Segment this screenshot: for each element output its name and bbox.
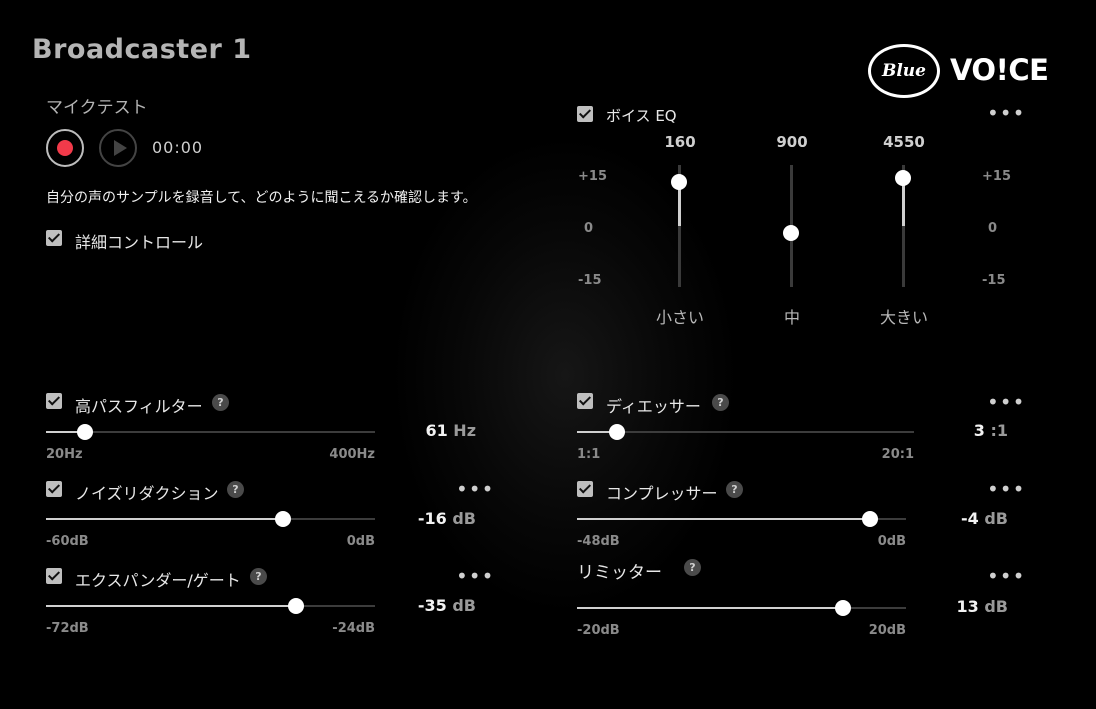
expander-gate-checkbox[interactable] [46, 568, 62, 584]
noise-reduction-checkbox[interactable] [46, 481, 62, 497]
advanced-controls-checkbox[interactable] [46, 230, 62, 246]
play-button[interactable] [99, 129, 137, 167]
noise-reduction-slider-knob[interactable] [274, 511, 291, 527]
de-esser-help-icon[interactable]: ? [712, 394, 729, 411]
eq-band-knob[interactable] [671, 174, 687, 190]
headset-background-art [395, 140, 735, 610]
de-esser-label: ディエッサー [606, 397, 701, 416]
compressor-slider-knob[interactable] [861, 511, 878, 527]
limiter-slider[interactable] [577, 600, 906, 616]
limiter-slider-fill [577, 607, 844, 609]
eq-scale-top-right: +15 [982, 169, 1011, 184]
mic-test-label: マイクテスト [46, 98, 148, 118]
high-pass-help-icon[interactable]: ? [212, 394, 229, 411]
page-title: Broadcaster 1 [32, 34, 252, 65]
limiter-label: リミッター [577, 563, 662, 583]
expander-gate-slider[interactable] [46, 598, 375, 614]
compressor-checkbox[interactable] [577, 481, 593, 497]
expander-gate-slider-knob[interactable] [288, 598, 305, 614]
expander-gate-label: エクスパンダー/ゲート [75, 571, 241, 590]
compressor-slider-fill [577, 518, 870, 520]
eq-band-freq: 4550 [883, 133, 925, 151]
eq-scale-mid-left: 0 [584, 221, 594, 236]
noise-reduction-more-icon[interactable]: ••• [456, 479, 494, 499]
high-pass-min: 20Hz [46, 447, 83, 462]
eq-band-slider[interactable] [895, 165, 911, 287]
eq-scale-bottom-left: -15 [578, 273, 602, 288]
compressor-max: 0dB [877, 534, 906, 549]
noise-reduction-slider-fill [46, 518, 283, 520]
eq-band-knob[interactable] [895, 170, 911, 187]
noise-reduction-max: 0dB [346, 534, 375, 549]
eq-band-freq: 160 [664, 133, 696, 151]
high-pass-slider[interactable] [46, 424, 375, 440]
record-button[interactable] [46, 129, 84, 167]
de-esser-checkbox[interactable] [577, 393, 593, 409]
eq-scale-top-left: +15 [578, 169, 607, 184]
high-pass-checkbox[interactable] [46, 393, 62, 409]
expander-gate-slider-fill [46, 605, 297, 607]
compressor-value: -4 dB [960, 509, 1008, 528]
limiter-min: -20dB [577, 623, 620, 638]
de-esser-min: 1:1 [577, 447, 601, 462]
advanced-controls-label: 詳細コントロール [75, 233, 204, 252]
eq-band-name: 大きい [879, 308, 928, 327]
noise-reduction-slider[interactable] [46, 511, 375, 527]
voice-eq-label: ボイス EQ [606, 107, 677, 125]
limiter-value: 13 dB [956, 597, 1009, 616]
eq-band-name: 小さい [655, 308, 704, 327]
eq-band-knob[interactable] [783, 225, 799, 242]
compressor-slider[interactable] [577, 511, 906, 527]
eq-band-freq: 900 [776, 133, 808, 151]
de-esser-slider[interactable] [577, 424, 914, 440]
de-esser-max: 20:1 [881, 447, 914, 462]
de-esser-more-icon[interactable]: ••• [987, 392, 1025, 412]
noise-reduction-help-icon[interactable]: ? [227, 481, 244, 498]
voice-eq-checkbox[interactable] [577, 106, 593, 122]
eq-band-slider[interactable] [783, 165, 799, 287]
blue-voice-logo: Blue VO!CE [868, 44, 1053, 102]
noise-reduction-min: -60dB [46, 534, 89, 549]
high-pass-label: 高パスフィルター [75, 397, 203, 416]
high-pass-slider-knob[interactable] [77, 424, 94, 440]
expander-gate-more-icon[interactable]: ••• [456, 566, 494, 586]
eq-scale-bottom-right: -15 [982, 273, 1006, 288]
limiter-max: 20dB [868, 623, 906, 638]
limiter-more-icon[interactable]: ••• [987, 566, 1025, 586]
eq-band-slider[interactable] [671, 165, 687, 287]
high-pass-max: 400Hz [329, 447, 375, 462]
compressor-min: -48dB [577, 534, 620, 549]
noise-reduction-label: ノイズリダクション [75, 484, 219, 503]
blue-logo-mark: Blue [868, 44, 940, 98]
expander-gate-max: -24dB [332, 621, 375, 636]
voice-eq-more-icon[interactable]: ••• [987, 103, 1025, 123]
expander-gate-value: -35 dB [417, 596, 476, 615]
expander-gate-min: -72dB [46, 621, 89, 636]
recording-timer: 00:00 [152, 138, 204, 157]
eq-scale-mid-right: 0 [988, 221, 998, 236]
eq-band-name: 中 [783, 308, 800, 327]
noise-reduction-value: -16 dB [417, 509, 476, 528]
expander-gate-help-icon[interactable]: ? [250, 568, 267, 585]
limiter-slider-knob[interactable] [835, 600, 852, 616]
compressor-label: コンプレッサー [606, 484, 718, 503]
limiter-help-icon[interactable]: ? [684, 559, 701, 576]
de-esser-value: 3 :1 [973, 421, 1008, 440]
mic-test-description: 自分の声のサンプルを録音して、どのように聞こえるか確認します。 [46, 190, 477, 206]
high-pass-value: 61 Hz [425, 421, 476, 440]
voice-logo-text: VO!CE [950, 53, 1049, 87]
compressor-help-icon[interactable]: ? [726, 481, 743, 498]
compressor-more-icon[interactable]: ••• [987, 479, 1025, 499]
